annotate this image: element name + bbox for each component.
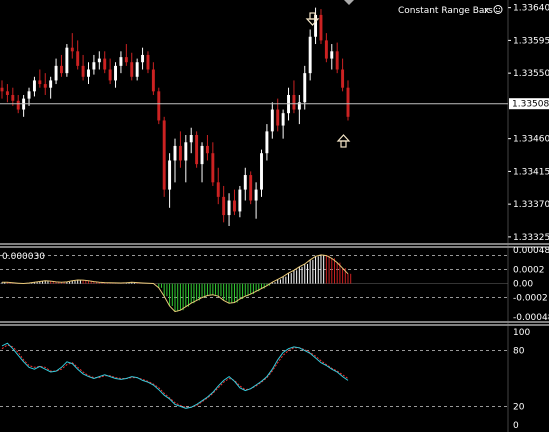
candle-body — [16, 100, 20, 110]
candle-body — [184, 142, 188, 161]
candle-body — [205, 145, 209, 154]
candle-body — [70, 47, 74, 52]
candle-body — [222, 196, 226, 216]
stochastic-tick-label: 0 — [513, 421, 519, 431]
candle-body — [195, 135, 199, 165]
candle-body — [135, 62, 139, 77]
price-tick-label: 1.33370 — [513, 200, 549, 210]
candle-body — [49, 80, 53, 88]
oscillator-corner-value: 0.000030 — [2, 252, 45, 262]
candle-body — [211, 153, 215, 183]
candle-body — [108, 69, 112, 81]
candle-body — [346, 87, 350, 117]
indicator-title: Constant Range Bars — [398, 6, 493, 16]
chart-background — [0, 0, 549, 432]
stochastic-tick-label: 100 — [513, 328, 530, 338]
candle-body — [335, 51, 339, 70]
oscillator-tick-label: 0.00048 — [513, 246, 549, 256]
oscillator-tick-label: 0.00 — [513, 280, 533, 290]
candle-body — [124, 57, 128, 63]
candle-body — [324, 40, 328, 59]
candle-body — [341, 69, 345, 88]
candle-body — [308, 36, 312, 74]
candle-body — [114, 65, 117, 81]
candle-body — [38, 80, 42, 85]
price-tick-label: 1.33460 — [513, 135, 549, 145]
candle-body — [76, 51, 80, 66]
candle-body — [27, 91, 31, 99]
oscillator-tick-label: -0.0002 — [513, 294, 548, 304]
candle-body — [92, 62, 96, 70]
price-tick-label: 1.33415 — [513, 167, 549, 177]
candle-body — [162, 120, 166, 190]
candle-body — [11, 94, 15, 101]
candle-body — [276, 109, 280, 126]
candle-body — [87, 69, 90, 77]
candle-body — [43, 84, 47, 88]
price-tick-label: 1.33550 — [513, 69, 549, 79]
indicator-title-suffix: x — [484, 6, 490, 16]
candle-body — [292, 94, 296, 110]
candle-body — [97, 58, 101, 63]
candle-body — [233, 200, 236, 212]
candle-body — [32, 80, 36, 92]
price-tick-label: 1.33640 — [513, 4, 549, 14]
candle-body — [54, 65, 58, 81]
candle-body — [151, 69, 155, 92]
candle-body — [103, 58, 107, 70]
candle-body — [270, 109, 274, 132]
stochastic-tick-label: 80 — [513, 347, 525, 357]
candle-body — [130, 62, 134, 77]
candle-body — [238, 189, 242, 212]
price-tick-label: 1.33325 — [513, 233, 549, 243]
candle-body — [254, 189, 258, 201]
chart-canvas: 1.33640 1.33595 1.33550 1.33460 1.33415 1.333… — [0, 0, 549, 432]
candle-body — [319, 14, 323, 41]
oscillator-tick-label: -0.00048 — [513, 313, 549, 323]
candle-body — [168, 160, 172, 190]
candle-body — [265, 131, 269, 154]
candle-body — [119, 57, 123, 66]
oscillator-tick-label: 0.0002 — [513, 266, 545, 276]
candle-body — [227, 200, 231, 216]
candle-body — [173, 145, 177, 161]
current-price-label: 1.33508 — [512, 100, 549, 110]
candle-body — [303, 73, 307, 103]
candle-body — [146, 54, 150, 70]
candle-body — [157, 91, 161, 121]
candle-body — [189, 135, 193, 143]
candle-body — [260, 153, 263, 190]
candle-body — [65, 47, 69, 74]
candle-body — [281, 113, 285, 126]
candle-body — [249, 175, 253, 201]
candle-body — [200, 145, 204, 165]
candle-body — [178, 145, 182, 161]
candle-body — [243, 175, 247, 190]
candle-body — [330, 51, 334, 59]
stochastic-tick-label: 20 — [513, 402, 525, 412]
candle-body — [60, 65, 63, 74]
candle-body — [81, 65, 85, 77]
candle-body — [216, 182, 220, 197]
candle-body — [5, 91, 9, 95]
price-tick-label: 1.33595 — [513, 36, 549, 46]
current-price-marker: 1.33508 — [509, 98, 549, 110]
candle-body — [141, 54, 145, 63]
candle-body — [0, 87, 4, 92]
